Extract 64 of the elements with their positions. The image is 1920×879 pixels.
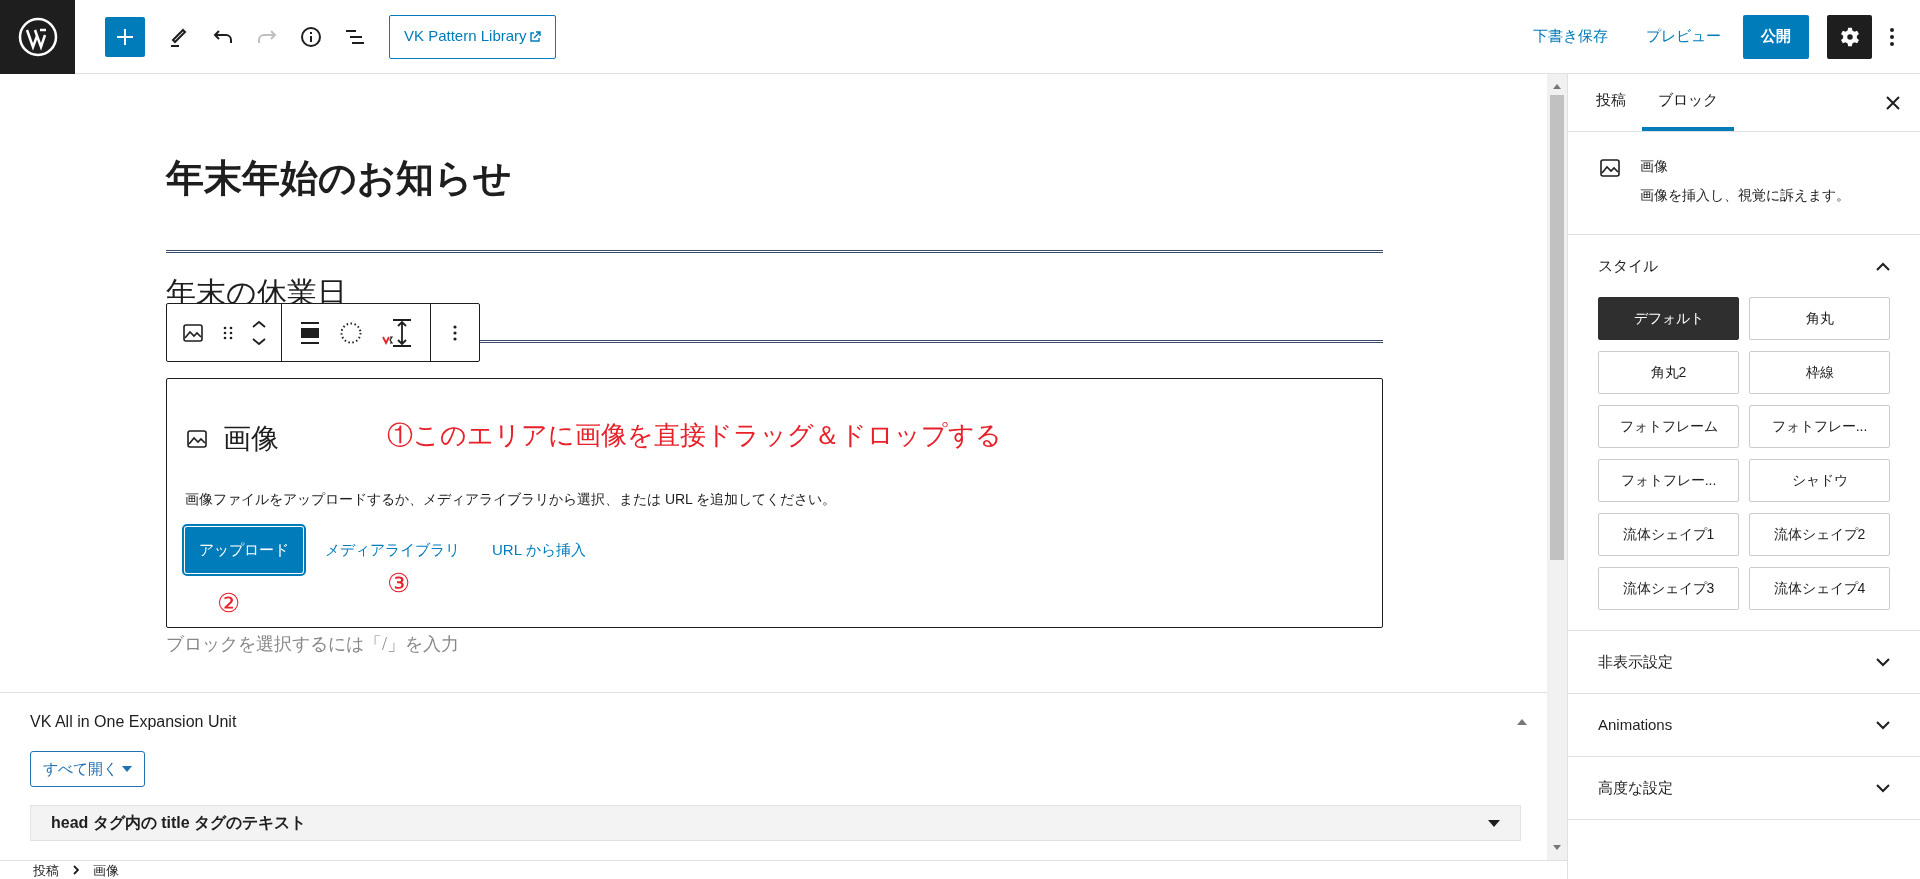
publish-button[interactable]: 公開	[1743, 14, 1809, 59]
insert-from-url-link[interactable]: URL から挿入	[490, 538, 588, 562]
meta-box-row[interactable]: head タグ内の title タグのテキスト	[30, 805, 1521, 841]
sidebar-tab[interactable]: 投稿	[1580, 74, 1642, 131]
style-option[interactable]: フォトフレー...	[1749, 405, 1890, 448]
panel-title[interactable]: Animations	[1598, 713, 1673, 737]
panel-title[interactable]: スタイル	[1598, 254, 1658, 278]
block-appender-placeholder[interactable]: ブロックを選択するには「/」を入力	[166, 630, 1383, 658]
panel-title[interactable]: 非表示設定	[1598, 650, 1673, 674]
caret-icon	[1488, 819, 1500, 827]
preview-button[interactable]: プレビュー	[1638, 25, 1729, 48]
row-title: head タグ内の title タグのテキスト	[51, 813, 307, 833]
pattern-library-button[interactable]: VK Pattern Library	[389, 14, 556, 59]
collapse-triangle-icon[interactable]	[1517, 719, 1527, 725]
instructions-text: 画像ファイルをアップロードするか、メディアライブラリから選択、または URL を追加してください。	[185, 490, 838, 509]
style-option[interactable]: 流体シェイプ3	[1598, 567, 1739, 610]
settings-button[interactable]	[1827, 14, 1872, 59]
close-icon[interactable]	[1886, 95, 1900, 110]
breadcrumb-link[interactable]: 投稿	[33, 861, 59, 879]
meta-box-title: VK All in One Expansion Unit	[30, 712, 237, 732]
info-icon[interactable]	[299, 24, 323, 49]
expand-all-button[interactable]: すべて開く	[30, 751, 145, 787]
style-option[interactable]: 角丸	[1749, 297, 1890, 340]
style-option[interactable]: デフォルト	[1598, 297, 1739, 340]
caret-icon	[122, 766, 132, 772]
sidebar-tab[interactable]: ブロック	[1642, 74, 1734, 131]
dotted-circle-icon[interactable]	[340, 321, 362, 344]
wordpress-icon	[17, 16, 58, 57]
scroll-down-arrow-icon[interactable]	[1553, 845, 1561, 850]
style-option[interactable]: フォトフレーム	[1598, 405, 1739, 448]
style-option[interactable]: 流体シェイプ4	[1749, 567, 1890, 610]
style-option[interactable]: 角丸2	[1598, 351, 1739, 394]
annotation-text: ①このエリアに画像を直接ドラッグ＆ドロップする	[387, 419, 1002, 452]
height-adjust-icon[interactable]	[382, 317, 412, 348]
image-icon	[185, 427, 209, 451]
more-options-icon[interactable]	[1890, 27, 1894, 46]
scroll-up-arrow-icon[interactable]	[1553, 84, 1561, 89]
block-label: 画像	[223, 422, 279, 456]
style-option[interactable]: 流体シェイプ1	[1598, 513, 1739, 556]
upload-button[interactable]: アップロード	[185, 527, 303, 573]
plus-icon	[116, 27, 134, 46]
annotation-number: ②	[217, 587, 240, 619]
style-option[interactable]: 枠線	[1749, 351, 1890, 394]
style-option[interactable]: シャドウ	[1749, 459, 1890, 502]
block-description: 画像を挿入し、視覚に訴えます。	[1640, 186, 1850, 205]
annotation-number: ③	[387, 567, 410, 599]
image-icon	[1598, 156, 1622, 180]
more-options-icon[interactable]	[453, 324, 457, 341]
save-draft-button[interactable]: 下書き保存	[1525, 25, 1616, 48]
media-library-link[interactable]: メディアライブラリ	[323, 538, 462, 562]
panel-title[interactable]: 高度な設定	[1598, 776, 1673, 800]
style-option[interactable]: フォトフレー...	[1598, 459, 1739, 502]
chevron-right-icon	[73, 865, 79, 875]
wordpress-logo[interactable]	[0, 0, 75, 74]
align-icon[interactable]	[300, 321, 320, 344]
settings-icon	[1838, 25, 1861, 48]
add-block-button[interactable]	[105, 16, 145, 57]
style-option[interactable]: 流体シェイプ2	[1749, 513, 1890, 556]
post-title[interactable]: 年末年始のお知らせ	[166, 150, 1383, 206]
breadcrumb-link[interactable]: 画像	[93, 861, 119, 879]
block-name: 画像	[1640, 157, 1669, 176]
drag-handle-icon[interactable]	[223, 325, 233, 340]
external-link-icon	[528, 30, 541, 43]
move-up-down-icon[interactable]	[251, 319, 267, 346]
